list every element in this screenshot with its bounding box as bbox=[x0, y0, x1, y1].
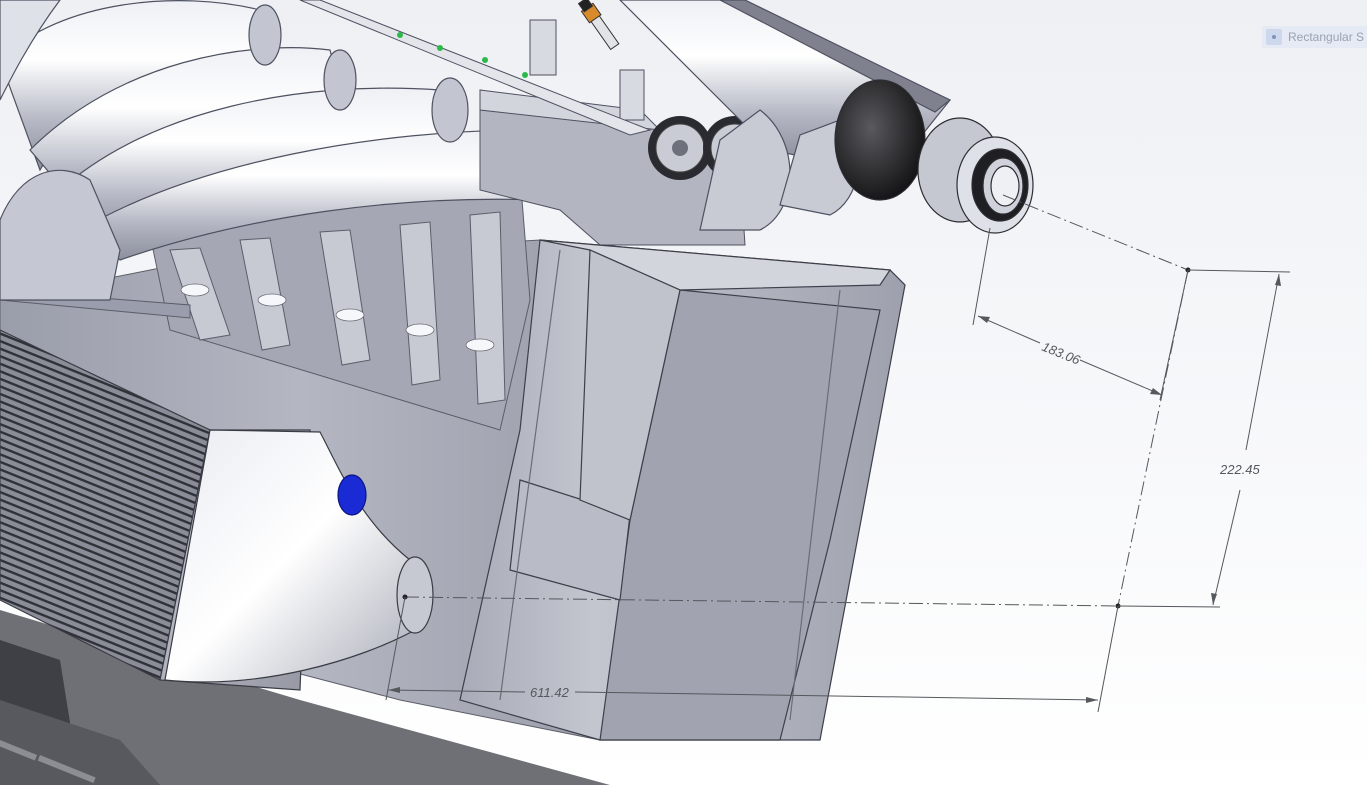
dimension-vertical[interactable] bbox=[1117, 269, 1291, 608]
cad-viewport[interactable]: 611.42 183.06 222.45 bbox=[0, 0, 1367, 785]
dimension-label-angled[interactable]: 183.06 bbox=[1040, 339, 1083, 368]
dimension-label-vertical[interactable]: 222.45 bbox=[1219, 462, 1261, 477]
dimension-angled[interactable] bbox=[972, 227, 1189, 401]
dimension-label-horizontal[interactable]: 611.42 bbox=[530, 685, 570, 700]
sketch-toolbar-hint[interactable]: Rectangular S bbox=[1262, 26, 1367, 48]
toolbar-hint-label: Rectangular S bbox=[1288, 30, 1365, 44]
sketch-entity-icon bbox=[1266, 29, 1282, 45]
